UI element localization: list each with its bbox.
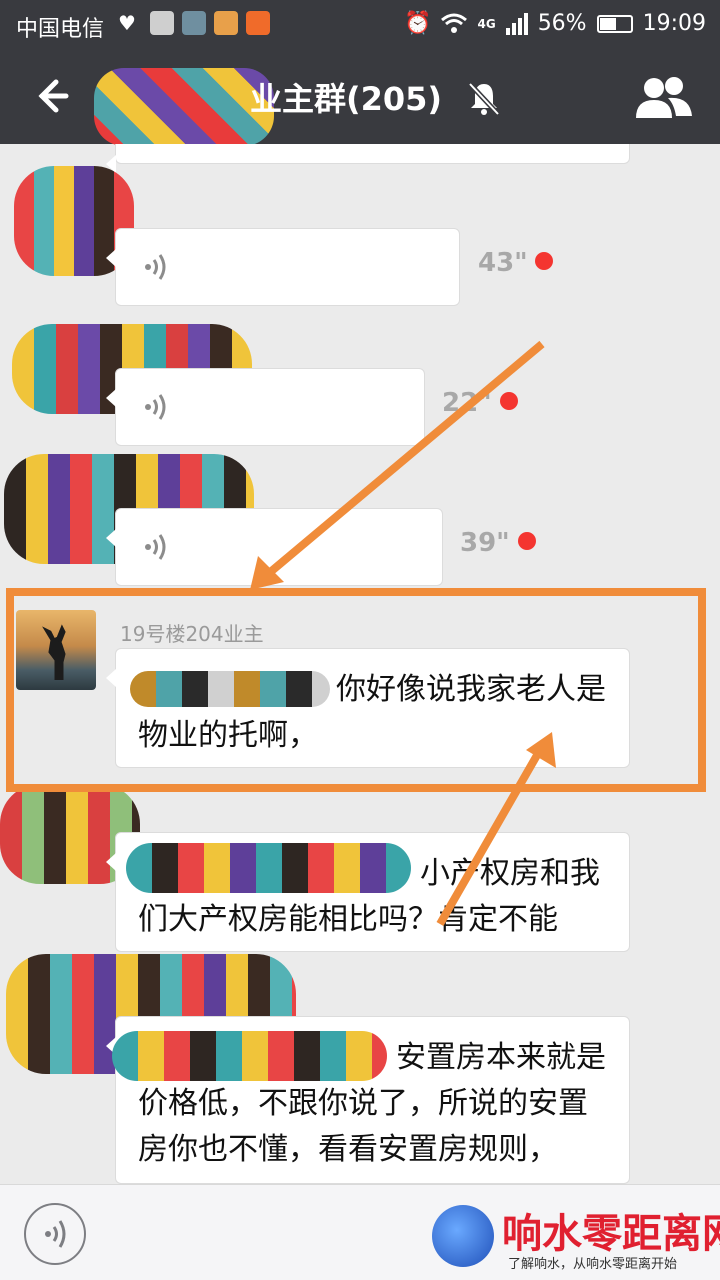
carrier-label: 中国电信: [16, 17, 105, 42]
signal-icon: [505, 12, 528, 35]
back-arrow-icon[interactable]: [26, 72, 74, 120]
bell-muted-icon: [468, 82, 500, 116]
chat-title: 业主群(205): [250, 80, 443, 118]
annotation-highlight-box: [6, 588, 706, 792]
input-bar: 响水零距离网 了解响水，从响水零距离开始: [0, 1184, 720, 1280]
voice-input-icon[interactable]: [24, 1203, 86, 1265]
clock: 19:09: [642, 11, 706, 36]
battery-fill: [599, 17, 617, 30]
wifi-icon: [441, 13, 468, 33]
grid-app-icon: [150, 11, 174, 35]
watermark-logo-icon: [432, 1205, 494, 1267]
heart-icon: ♥: [118, 11, 136, 35]
status-bar: 中国电信 ♥ ⏰ 4G 56% 19:09: [0, 0, 720, 50]
title-redaction: [94, 68, 274, 146]
video-app-icon: [246, 11, 270, 35]
wallet-app-icon: [214, 11, 238, 35]
group-members-icon[interactable]: [632, 74, 694, 120]
watermark-name: 响水零距离网: [502, 1210, 720, 1257]
watermark-slogan: 了解响水，从响水零距离开始: [508, 1257, 678, 1272]
title-bar: 业主群(205): [0, 50, 720, 146]
battery-percent: 56%: [537, 11, 587, 36]
status-right: ⏰ 4G 56% 19:09: [404, 11, 706, 36]
notification-icons: ♥: [118, 11, 270, 35]
site-watermark: 响水零距离网 了解响水，从响水零距离开始: [432, 1201, 720, 1273]
battery-icon: [596, 14, 633, 33]
alarm-icon: ⏰: [404, 11, 432, 36]
network-label: 4G: [477, 16, 496, 31]
profile-app-icon: [182, 11, 206, 35]
